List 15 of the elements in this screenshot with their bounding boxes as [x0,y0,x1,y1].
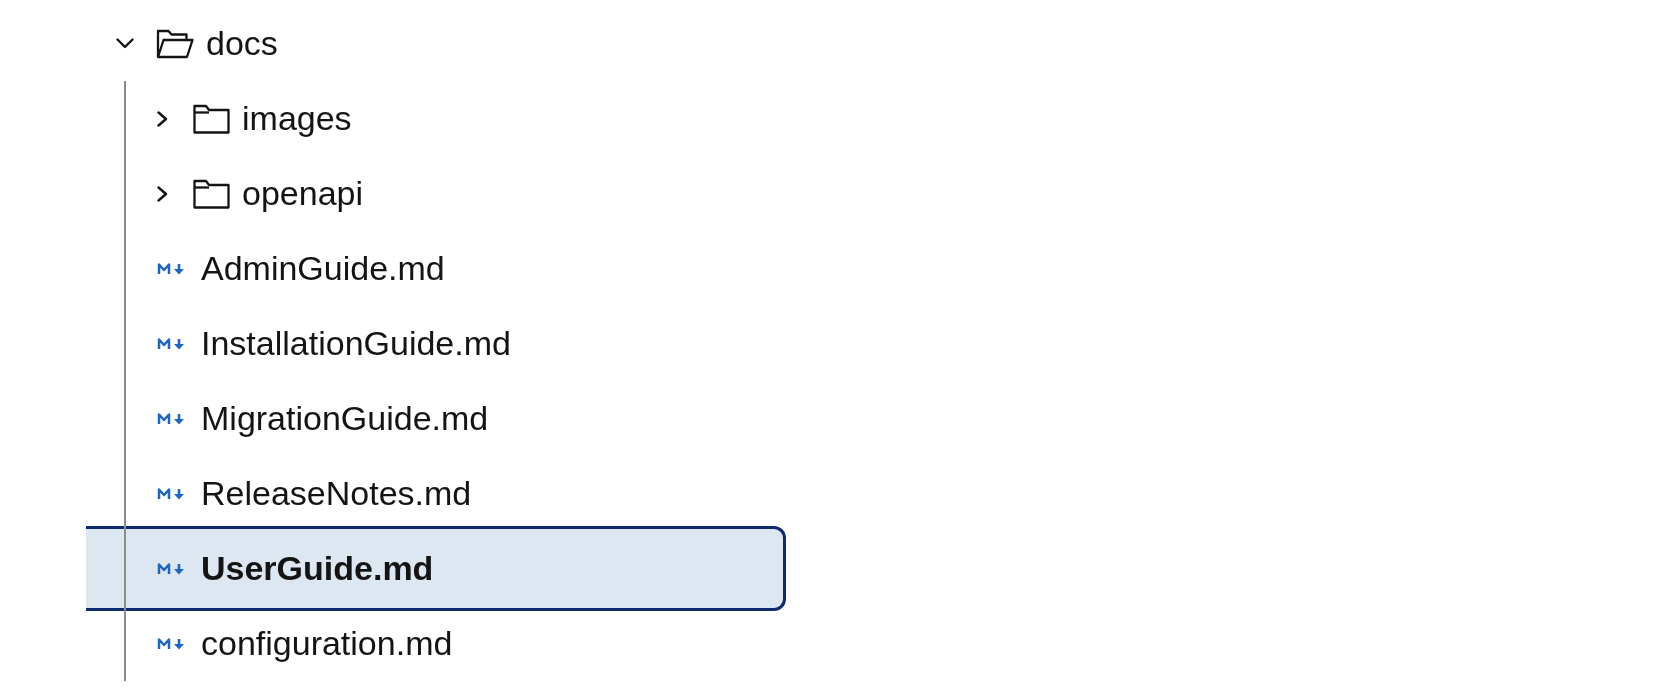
chevron-right-icon[interactable] [156,185,168,202]
chevron-down-icon[interactable] [116,38,134,49]
file-name[interactable]: AdminGuide.md [201,248,445,289]
folder-icon [193,103,230,134]
folder-name[interactable]: images [242,98,352,139]
folder-name[interactable]: docs [206,23,278,64]
file-name[interactable]: InstallationGuide.md [201,323,511,364]
folder-name[interactable]: openapi [242,173,363,214]
file-name[interactable]: configuration.md [201,623,453,664]
file-name[interactable]: ReleaseNotes.md [201,473,472,514]
file-name[interactable]: MigrationGuide.md [201,398,489,439]
chevron-right-icon[interactable] [156,110,168,127]
file-name[interactable]: UserGuide.md [201,548,434,589]
folder-open-icon [156,28,194,59]
folder-icon [193,178,230,209]
